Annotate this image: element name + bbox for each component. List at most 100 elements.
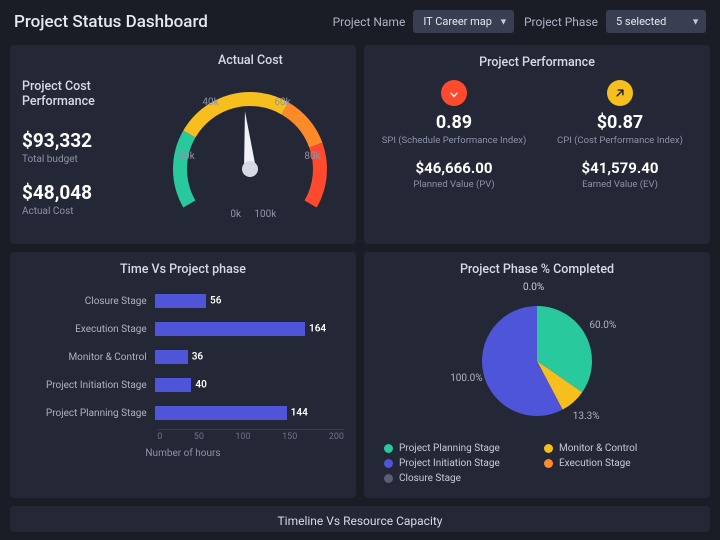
gauge-hub [242,161,258,177]
bar-row: Project Initiation Stage 40 [22,373,338,397]
gauge-seg-green [180,134,189,204]
spi-label: SPI (Schedule Performance Index) [376,135,532,147]
planned-label: Planned Value (PV) [376,179,532,190]
perf-cpi: $0.87 CPI (Cost Performance Index) $41,5… [542,80,698,190]
bar-value: 56 [210,296,221,307]
dashboard-grid: Project Cost Performance $93,332 Total b… [0,45,720,540]
x-tick: 200 [329,432,344,442]
bar-value: 164 [309,324,326,335]
legend-label: Project Planning Stage [399,443,500,454]
bar-value: 144 [291,408,308,419]
bar-fill [155,350,188,364]
gauge-seg-orange [285,108,316,145]
chevron-down-icon: ▼ [691,16,700,27]
bar-row: Monitor & Control 36 [22,345,338,369]
metric-label: Actual Cost [22,206,151,217]
cost-metrics: Project Cost Performance $93,332 Total b… [22,55,151,217]
bar-x-label: Number of hours [22,448,344,459]
gauge-tick: 0k [230,209,241,220]
pie-data-label: 0.0% [523,282,544,293]
card-title: Project Performance [376,55,698,70]
metric-label: Total budget [22,154,151,165]
pie-data-label: 100.0% [450,373,482,384]
filter-project-phase: Project Phase 5 selected ▼ [524,10,706,33]
bar-label: Monitor & Control [22,352,155,363]
bar-row: Closure Stage 56 [22,289,338,313]
card-title: Project Cost Performance [22,79,151,109]
legend-label: Closure Stage [399,473,461,484]
gauge-tick: 100k [254,209,276,220]
pie-legend: Project Planning Stage Monitor & Control P… [376,443,698,484]
bar-fill [155,378,192,392]
gauge-tick: 20k [178,151,194,162]
bar-track: 164 [155,322,338,336]
legend-item: Project Planning Stage [384,443,530,454]
topbar: Project Status Dashboard Project Name IT… [0,0,720,45]
arrow-up-right-icon [607,80,633,106]
gauge-column: Actual Cost [157,55,344,230]
cpi-value: $0.87 [542,112,698,133]
spi-value: 0.89 [376,112,532,133]
bar-track: 144 [155,406,338,420]
project-name-dropdown[interactable]: IT Career map ▼ [413,10,514,33]
bar-row: Execution Stage 164 [22,317,338,341]
bar-label: Project Initiation Stage [22,380,155,391]
gauge-needle [239,111,256,170]
gauge-chart: 0k 20k 40k 60k 80k 100k [160,79,340,229]
bar-track: 56 [155,294,338,308]
legend-swatch [384,459,393,468]
pie-data-label: 60.0% [589,320,616,331]
gauge-tick: 80k [304,151,320,162]
legend-item: Closure Stage [384,473,530,484]
bar-value: 36 [192,352,203,363]
bar-value: 40 [195,380,206,391]
bar-row: Project Planning Stage 144 [22,401,338,425]
filter-label: Project Phase [524,15,598,29]
filter-project-name: Project Name IT Career map ▼ [333,10,514,33]
gauge-title: Actual Cost [157,53,344,68]
earned-value: $41,579.40 [542,159,698,177]
perf-spi: 0.89 SPI (Schedule Performance Index) $4… [376,80,532,190]
x-tick: 0 [157,432,162,442]
legend-swatch [544,459,553,468]
gauge-tick: 40k [202,97,218,108]
legend-swatch [544,444,553,453]
card-timeline-resource: Timeline Vs Resource Capacity [10,506,710,532]
chevron-down-icon: ▼ [499,16,508,27]
bar-label: Project Planning Stage [22,408,155,419]
bar-chart: Closure Stage 56 Execution Stage 164 Monitor… [22,287,344,425]
bar-label: Closure Stage [22,296,155,307]
card-title: Time Vs Project phase [22,262,344,277]
card-title: Timeline Vs Resource Capacity [278,514,443,528]
cpi-label: CPI (Cost Performance Index) [542,135,698,147]
earned-label: Earned Value (EV) [542,179,698,190]
bar-label: Execution Stage [22,324,155,335]
project-phase-dropdown[interactable]: 5 selected ▼ [606,10,706,33]
bar-fill [155,322,305,336]
legend-item: Monitor & Control [544,443,690,454]
x-tick: 50 [194,432,204,442]
card-title: Project Phase % Completed [376,262,698,277]
legend-item: Project Initiation Stage [384,458,530,469]
card-cost-performance: Project Cost Performance $93,332 Total b… [10,45,356,244]
legend-label: Execution Stage [559,458,631,469]
dropdown-value: IT Career map [423,15,492,28]
legend-swatch [384,444,393,453]
legend-label: Project Initiation Stage [399,458,500,469]
legend-item: Execution Stage [544,458,690,469]
pie-data-label: 13.3% [573,411,600,422]
bar-x-axis: 050100150200 [157,429,344,442]
card-project-performance: Project Performance 0.89 SPI (Schedule P… [364,45,710,244]
metric-value: $93,332 [22,129,151,152]
legend-swatch [384,474,393,483]
bar-fill [155,294,206,308]
legend-label: Monitor & Control [559,443,637,454]
card-time-vs-phase: Time Vs Project phase Closure Stage 56 Exe… [10,252,356,498]
pie-chart: 60.0%13.3%100.0%0.0%0.0% [467,291,607,431]
bar-track: 36 [155,350,338,364]
metric-value: $48,048 [22,181,151,204]
page-title: Project Status Dashboard [14,12,208,32]
card-phase-completed: Project Phase % Completed 60.0%13.3%100.… [364,252,710,498]
gauge-tick: 60k [274,97,290,108]
bar-fill [155,406,287,420]
